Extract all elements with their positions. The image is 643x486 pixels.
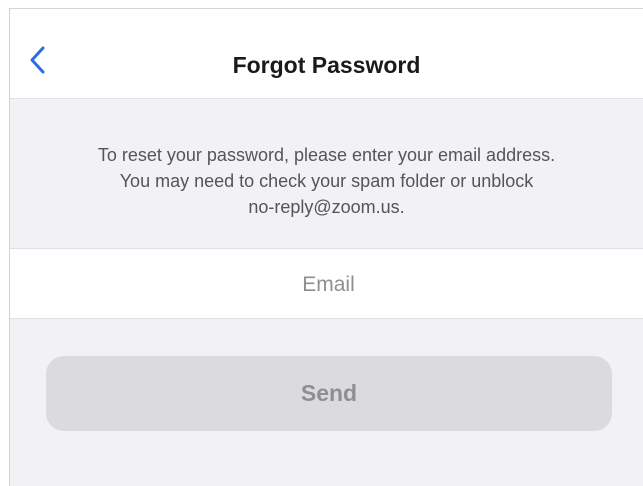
instructions-line: You may need to check your spam folder o… [119, 171, 534, 191]
forgot-password-screen: Forgot Password To reset your password, … [9, 8, 643, 486]
email-row [10, 248, 643, 320]
header-bar: Forgot Password [10, 9, 643, 99]
page-title: Forgot Password [232, 52, 421, 78]
email-field[interactable] [10, 249, 643, 320]
instructions-line: To reset your password, please enter you… [97, 145, 556, 165]
instructions-line: no-reply@zoom.us. [248, 197, 405, 217]
send-button[interactable]: Send [46, 356, 612, 431]
instructions-text: To reset your password, please enter you… [50, 142, 603, 220]
